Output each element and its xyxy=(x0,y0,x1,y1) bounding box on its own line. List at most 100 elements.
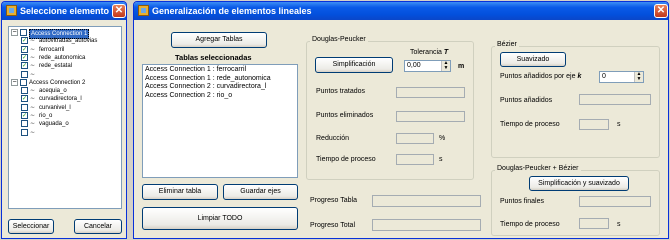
app-icon xyxy=(6,5,17,16)
checked-checkbox-icon[interactable]: ✓ xyxy=(21,45,28,53)
line-layer-icon: ∼ xyxy=(30,63,36,70)
dp-process-time-field xyxy=(396,154,434,165)
checkbox-icon[interactable] xyxy=(21,128,28,136)
added-points-field xyxy=(579,94,651,105)
tree-item[interactable]: ∼ xyxy=(21,70,119,79)
list-item[interactable]: Access Connection 2 : curvadirectora_l xyxy=(145,83,295,92)
points-spinner[interactable]: ▲ ▼ xyxy=(634,72,643,82)
tree-item[interactable]: ✓ ∼ ferrocarril xyxy=(21,45,119,54)
line-layer-icon: ∼ xyxy=(30,54,36,61)
tree-item-label: ferrocarril xyxy=(39,46,65,53)
checked-checkbox-icon[interactable]: ✓ xyxy=(21,62,28,70)
checkbox-icon[interactable] xyxy=(21,120,28,128)
line-layer-icon: ∼ xyxy=(30,96,36,103)
main-titlebar: Generalización de elementos lineales xyxy=(134,2,668,20)
processed-points-label: Puntos tratados xyxy=(316,88,366,95)
cb-process-time-label: Tiempo de proceso xyxy=(500,221,560,228)
select-element-dialog: Seleccione elemento lineal ✕ − Access Con… xyxy=(1,1,127,239)
select-button[interactable]: Seleccionar xyxy=(8,219,54,234)
tree-item-label: autovitradas_autovias xyxy=(39,38,98,45)
checkbox-icon[interactable] xyxy=(20,78,27,86)
bz-process-time-label: Tiempo de proceso xyxy=(500,121,560,128)
cancel-button[interactable]: Cancelar xyxy=(74,219,122,234)
checked-checkbox-icon[interactable]: ✓ xyxy=(21,95,28,103)
removed-points-label: Puntos eliminados xyxy=(316,112,374,119)
tree-item[interactable]: ∼ acequia_o xyxy=(21,87,119,95)
checked-checkbox-icon[interactable]: ✓ xyxy=(21,112,28,119)
selected-tables-label: Tablas seleccionadas xyxy=(175,53,252,62)
line-layer-icon: ∼ xyxy=(30,104,36,111)
tree-item[interactable]: ∼ curvanivel_l xyxy=(21,103,119,112)
tree-item[interactable]: ✓ ∼ rede_estatal xyxy=(21,62,119,70)
list-item[interactable]: Access Connection 1 : rede_autonomica xyxy=(145,75,295,84)
delete-table-button[interactable]: Eliminar tabla xyxy=(142,184,218,200)
tree-item[interactable]: − Access Connection 1 xyxy=(11,29,119,39)
tree-item-label: rede_autonomica xyxy=(39,54,86,61)
checkbox-icon[interactable] xyxy=(20,29,27,36)
simplify-button[interactable]: Simplificación xyxy=(315,57,393,73)
selected-tables-list[interactable]: Access Connection 1 : ferrocarril Access … xyxy=(142,64,298,178)
tolerance-value: 0,00 xyxy=(407,62,421,69)
removed-points-field xyxy=(396,111,465,122)
tree-item-label: acequia_o xyxy=(39,88,67,95)
checkbox-icon[interactable] xyxy=(21,87,28,95)
tree-item[interactable]: ✓ ∼ autovitradas_autovias xyxy=(21,37,119,45)
cb-process-time-field xyxy=(579,218,609,229)
add-tables-button[interactable]: Agregar Tablas xyxy=(171,32,267,48)
layer-tree[interactable]: − Access Connection 1 ✓ ∼ autovitradas_autov… xyxy=(8,26,122,209)
save-axes-button[interactable]: Guardar ejes xyxy=(223,184,298,200)
collapse-icon[interactable]: − xyxy=(11,78,18,86)
collapse-icon[interactable]: − xyxy=(11,29,18,36)
tree-item[interactable]: ✓ ∼ rede_autonomica xyxy=(21,53,119,62)
tree-item-label: Access Connection 2 xyxy=(29,79,86,86)
line-layer-icon: ∼ xyxy=(30,38,36,45)
dialog-close-button[interactable]: ✕ xyxy=(112,4,126,18)
cb-seconds-label: s xyxy=(617,221,621,228)
smooth-button[interactable]: Suavizado xyxy=(500,52,566,67)
checkbox-icon[interactable] xyxy=(21,70,28,78)
dp-seconds-label: s xyxy=(439,156,443,163)
list-item[interactable]: Access Connection 1 : ferrocarril xyxy=(145,66,295,75)
combined-label: Douglas-Peucker + Bézier xyxy=(495,165,581,172)
added-points-label: Puntos añadidos xyxy=(500,97,553,104)
bezier-label: Bézier xyxy=(495,41,519,48)
tree-item[interactable]: − Access Connection 2 xyxy=(11,78,119,87)
tree-item[interactable]: ✓ ∼ rio_o xyxy=(21,112,119,120)
processed-points-field xyxy=(396,87,465,98)
bz-seconds-label: s xyxy=(617,121,621,128)
generalization-window: Generalización de elementos lineales ✕ A… xyxy=(133,1,669,239)
final-points-label: Puntos finales xyxy=(500,198,544,205)
checked-checkbox-icon[interactable]: ✓ xyxy=(21,37,28,45)
spin-down-icon[interactable]: ▼ xyxy=(442,66,450,71)
tree-item[interactable]: ∼ xyxy=(21,128,119,137)
douglas-peucker-label: Douglas-Peucker xyxy=(310,36,368,43)
tree-item[interactable]: ∼ vaguada_o xyxy=(21,120,119,128)
points-per-axis-value: 0 xyxy=(602,73,606,80)
bz-process-time-field xyxy=(579,119,609,130)
app-icon xyxy=(138,5,149,16)
checkbox-icon[interactable] xyxy=(21,103,28,111)
percent-label: % xyxy=(439,135,446,142)
final-points-field xyxy=(579,196,651,207)
progress-total-bar xyxy=(372,219,481,231)
tree-item-label: curvadirectora_l xyxy=(39,96,82,103)
line-layer-icon: ∼ xyxy=(30,113,36,119)
list-item[interactable]: Access Connection 2 : rio_o xyxy=(145,92,295,101)
checked-checkbox-icon[interactable]: ✓ xyxy=(21,53,28,61)
tree-item-label: rede_estatal xyxy=(39,63,73,70)
points-per-axis-input[interactable]: 0 ▲ ▼ xyxy=(599,71,644,83)
points-per-axis-label: Puntos añadidos por eje k xyxy=(500,73,582,80)
tree-item-label: curvanivel_l xyxy=(39,104,71,111)
progress-total-label: Progreso Total xyxy=(310,222,356,229)
spin-down-icon[interactable]: ▼ xyxy=(635,77,643,82)
tolerance-input[interactable]: 0,00 ▲ ▼ xyxy=(404,60,451,72)
reduction-label: Reducción xyxy=(316,135,350,142)
dialog-titlebar: Seleccione elemento lineal xyxy=(2,2,126,20)
simplify-smooth-button[interactable]: Simplificación y suavizado xyxy=(529,176,629,191)
tree-item[interactable]: ✓ ∼ curvadirectora_l xyxy=(21,95,119,103)
main-close-button[interactable]: ✕ xyxy=(654,4,668,18)
clear-all-button[interactable]: Limpiar TODO xyxy=(142,207,298,230)
dp-process-time-label: Tiempo de proceso xyxy=(316,156,376,163)
tolerance-spinner[interactable]: ▲ ▼ xyxy=(441,61,450,71)
line-layer-icon: ∼ xyxy=(30,46,36,53)
